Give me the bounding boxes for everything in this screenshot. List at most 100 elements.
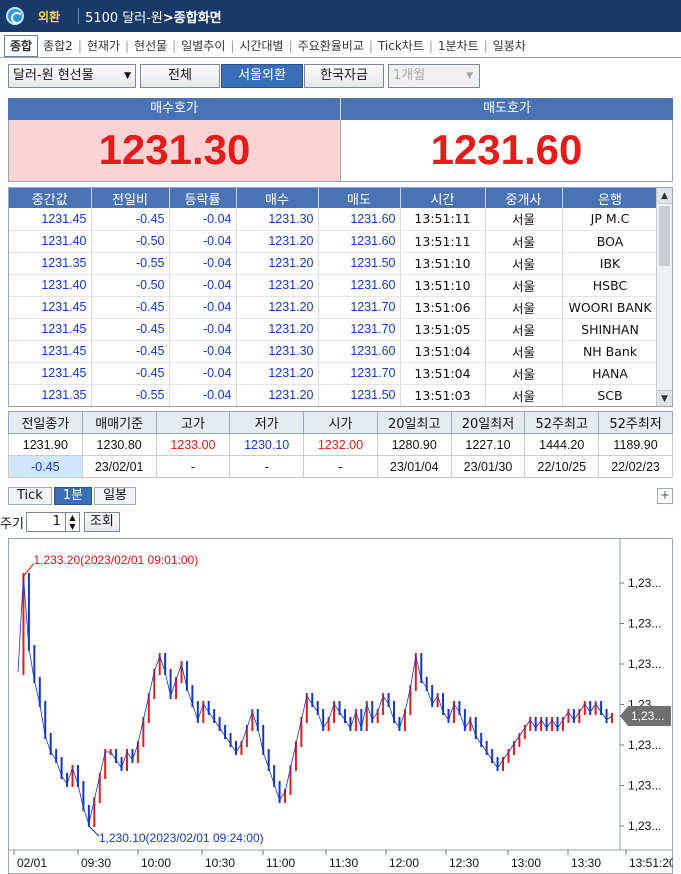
period-stepper-icon[interactable]: ▲ ▼	[65, 512, 80, 532]
screen-title: 5100 달러-원>종합화면	[85, 7, 222, 26]
tab-fx-compare[interactable]: 주요환율비교	[293, 37, 369, 54]
cell-rate: -0.04	[169, 230, 237, 253]
tab-1min[interactable]: 1분	[53, 487, 93, 505]
scroll-thumb[interactable]	[659, 206, 670, 266]
cell-bank: JP M.C	[562, 208, 659, 231]
tab-daily[interactable]: 일봉	[94, 487, 136, 505]
tab-summary2[interactable]: 종합2	[38, 37, 78, 54]
price-chart[interactable]: 1,23... 1,23... 1,23... 1,23... 1,23... 1,23.…	[8, 538, 673, 874]
table-row[interactable]: 1231.40 -0.50 -0.04 1231.20 1231.60 13:51:11 서…	[9, 230, 659, 253]
stat-high-extra: -	[155, 455, 231, 478]
cell-rate: -0.04	[169, 274, 237, 297]
cell-bid: 1231.30	[236, 208, 319, 231]
stat-low-52w-extra: 22/02/23	[598, 455, 673, 478]
table-row[interactable]: 1231.45 -0.45 -0.04 1231.20 1231.70 13:51:04 서…	[9, 362, 659, 385]
stat-low-value: 1230.10	[229, 433, 305, 456]
col-change: 전일비	[91, 188, 170, 208]
col-bank: 은행	[562, 188, 659, 208]
table-row[interactable]: 1231.45 -0.45 -0.04 1231.30 1231.60 13:51:04 서…	[9, 340, 659, 363]
tab-by-time[interactable]: 시간대별	[234, 37, 288, 54]
x-tick-label: 11:30	[329, 856, 358, 870]
tab-summary[interactable]: 종합	[4, 34, 39, 57]
cell-bank: HANA	[562, 362, 659, 385]
x-tick-label: 11:00	[266, 856, 295, 870]
control-row: 달러-원 현선물 ▼ 전체 서울외환 한국자금 1개월 ▼	[0, 64, 681, 90]
korea-money-button[interactable]: 한국자금	[304, 64, 384, 88]
table-row[interactable]: 1231.40 -0.50 -0.04 1231.20 1231.60 13:51:10 서…	[9, 274, 659, 297]
tab-spot-futures[interactable]: 현선물	[129, 37, 172, 54]
cell-ask: 1231.70	[318, 362, 401, 385]
ask-label: 매도호가	[340, 98, 673, 120]
period-select[interactable]: 1개월 ▼	[388, 64, 480, 88]
table-row[interactable]: 1231.35 -0.55 -0.04 1231.20 1231.50 13:51:03 서…	[9, 384, 659, 406]
tab-tick[interactable]: Tick	[8, 487, 52, 505]
stat-high-52w-extra: 22/10/25	[524, 455, 600, 478]
tab-daily-chart[interactable]: 일봉차	[488, 37, 531, 54]
query-button[interactable]: 조회	[83, 512, 120, 532]
stat-prev-close-extra: -0.45	[8, 455, 83, 478]
table-row[interactable]: 1231.45 -0.45 -0.04 1231.20 1231.70 13:51:05 서…	[9, 318, 659, 341]
stat-low-52w-label: 52주최저	[598, 411, 673, 434]
bid-label: 매수호가	[150, 101, 198, 116]
app-logo-icon	[6, 7, 24, 25]
col-bid: 매수	[236, 188, 319, 208]
tab-current-price[interactable]: 현재가	[82, 37, 125, 54]
tab-minute-chart[interactable]: 1분차트	[433, 37, 484, 54]
stats-table: 전일종가 매매기준 고가 저가 시가 20일최고 20일최저 52주최고 52주최저 1231.…	[8, 411, 673, 478]
market-select[interactable]: 달러-원 현선물 ▼	[8, 64, 136, 88]
table-row[interactable]: 1231.45 -0.45 -0.04 1231.20 1231.70 13:51:06 서…	[9, 296, 659, 319]
y-tick-label: 1,23...	[628, 576, 661, 590]
expand-icon[interactable]: +	[657, 488, 673, 504]
scroll-down-icon[interactable]: ▼	[657, 390, 672, 406]
stat-low-20d-value: 1227.10	[450, 433, 526, 456]
screen-prefix: 5100 달러-원	[85, 10, 163, 26]
cell-rate: -0.04	[169, 340, 237, 363]
cell-mid: 1231.35	[9, 252, 92, 275]
cell-mid: 1231.45	[9, 296, 92, 319]
period-input[interactable]: 1	[25, 512, 66, 532]
cell-bank: IBK	[562, 252, 659, 275]
market-tag: 외환	[38, 9, 61, 24]
table-row[interactable]: 1231.35 -0.55 -0.04 1231.20 1231.50 13:51:10 서…	[9, 252, 659, 275]
cell-time: 13:51:04	[400, 362, 486, 385]
cell-time: 13:51:10	[400, 274, 486, 297]
stat-low-20d-label: 20일최저	[450, 411, 526, 434]
cell-rate: -0.04	[169, 208, 237, 231]
table-row[interactable]: 1231.45 -0.45 -0.04 1231.30 1231.60 13:51:11 서…	[9, 208, 659, 231]
col-broker: 중개사	[485, 188, 563, 208]
scroll-up-icon[interactable]: ▲	[657, 188, 672, 204]
stat-base-rate-label: 매매기준	[81, 411, 157, 434]
stat-base-rate-value: 1230.80	[81, 433, 157, 456]
tab-tick-chart[interactable]: Tick차트	[373, 37, 429, 54]
cell-time: 13:51:11	[400, 230, 486, 253]
title-separator	[78, 8, 80, 24]
title-bar: 외환 5100 달러-원>종합화면	[0, 0, 681, 32]
seoul-fx-button[interactable]: 서울외환	[221, 64, 303, 88]
cell-ask: 1231.50	[318, 384, 401, 406]
stat-prev-close-label: 전일종가	[8, 411, 83, 434]
cell-mid: 1231.40	[9, 230, 92, 253]
cell-rate: -0.04	[169, 296, 237, 319]
high-annotation: 1,233.20(2023/02/01 09:01:00)	[33, 553, 198, 567]
cell-broker: 서울	[485, 318, 563, 341]
trades-scrollbar[interactable]: ▲ ▼	[656, 188, 672, 406]
cell-bid: 1231.20	[236, 384, 319, 406]
trades-header-row: 중간값 전일비 등락률 매수 매도 시간 중개사 은행	[9, 188, 659, 208]
stat-low-label: 저가	[229, 411, 305, 434]
cell-change: -0.50	[91, 230, 170, 253]
cell-ask: 1231.60	[318, 230, 401, 253]
cell-time: 13:51:05	[400, 318, 486, 341]
bid-price: 1231.30	[9, 120, 341, 181]
dropdown-icon: ▼	[466, 71, 473, 81]
stat-high-value: 1233.00	[155, 433, 231, 456]
x-tick-label: 10:00	[141, 856, 171, 870]
tab-daily-trend[interactable]: 일별추이	[176, 37, 230, 54]
screen-arrow: >	[162, 10, 174, 26]
market-select-value: 달러-원 현선물	[13, 68, 94, 83]
cell-change: -0.45	[91, 340, 170, 363]
y-tick-label: 1,23...	[628, 738, 661, 752]
cell-change: -0.55	[91, 252, 170, 275]
cell-broker: 서울	[485, 252, 563, 275]
cell-change: -0.55	[91, 384, 170, 406]
all-button[interactable]: 전체	[140, 64, 220, 88]
